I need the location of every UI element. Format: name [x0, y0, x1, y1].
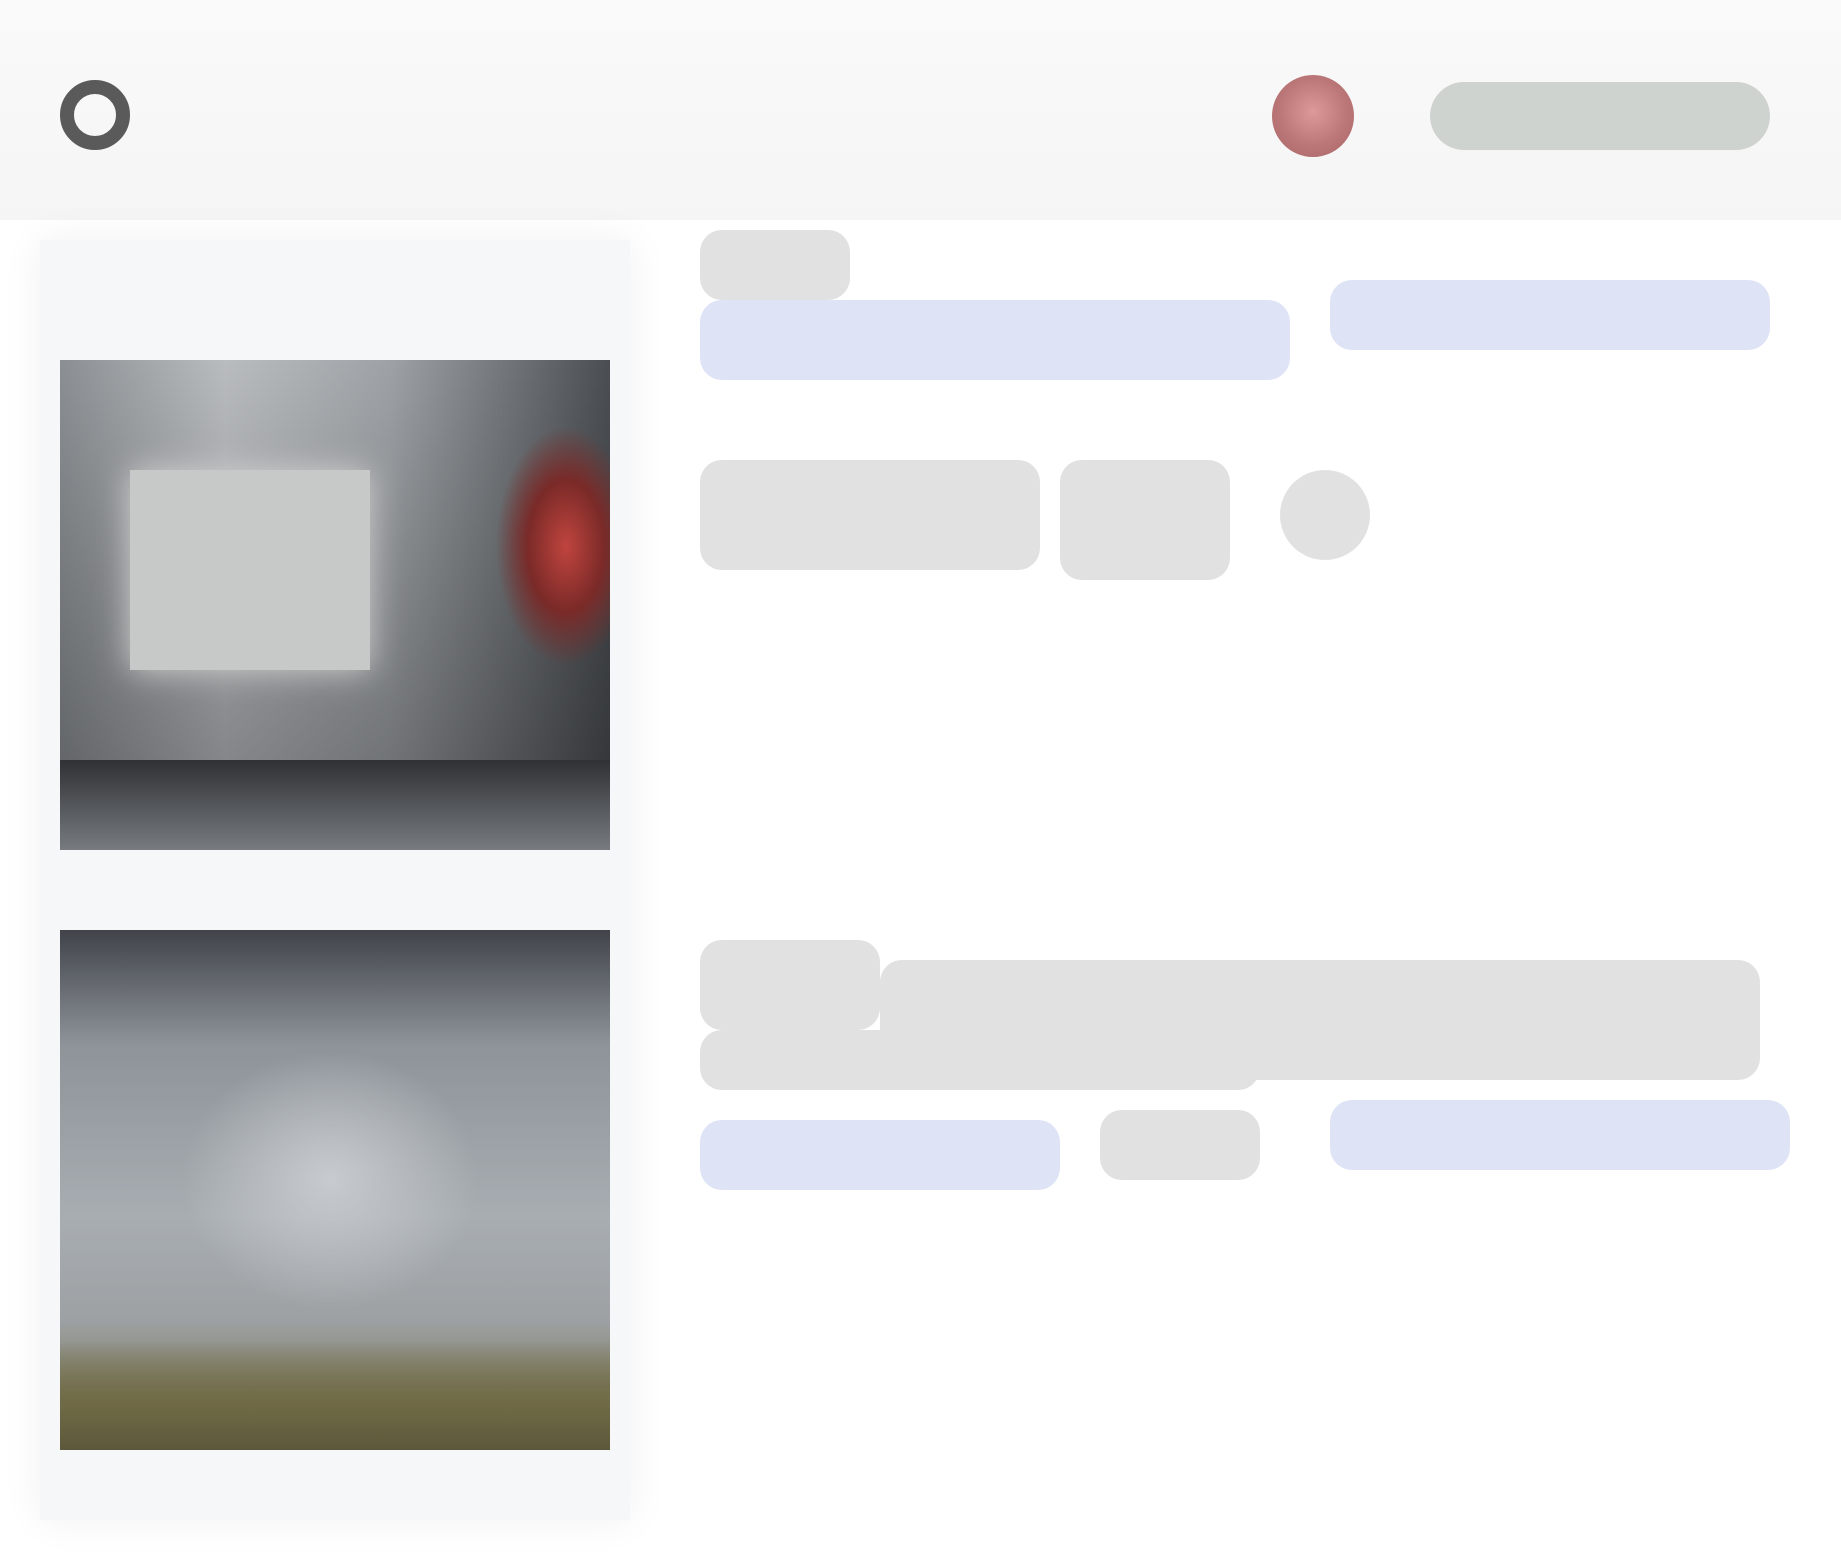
logo-icon — [60, 80, 130, 150]
site-logo[interactable] — [60, 60, 350, 170]
link-placeholder[interactable] — [1330, 1100, 1790, 1170]
link-placeholder[interactable] — [1330, 280, 1770, 350]
photo-card — [40, 240, 630, 1520]
user-menu-button[interactable] — [1430, 82, 1770, 150]
photo-bottom-ground-area — [60, 1340, 610, 1450]
text-line-placeholder — [700, 940, 880, 1030]
text-block-top — [680, 210, 1800, 590]
page — [0, 0, 1841, 1558]
text-line-placeholder — [1280, 470, 1370, 560]
photo-top[interactable] — [60, 360, 610, 850]
link-placeholder[interactable] — [700, 300, 1290, 380]
top-bar — [0, 0, 1841, 220]
avatar[interactable] — [1272, 75, 1354, 157]
photo-top-window-area — [130, 470, 370, 670]
text-line-placeholder — [1100, 1110, 1260, 1180]
text-line-placeholder — [1060, 460, 1230, 580]
text-line-placeholder — [700, 460, 1040, 570]
photo-bottom[interactable] — [60, 930, 610, 1450]
photo-bottom-mist-area — [180, 1050, 480, 1310]
link-placeholder[interactable] — [700, 1120, 1060, 1190]
text-line-placeholder — [700, 1030, 1260, 1090]
photo-top-floor-area — [60, 760, 610, 850]
text-block-bottom — [680, 920, 1800, 1240]
text-line-placeholder — [700, 230, 850, 300]
